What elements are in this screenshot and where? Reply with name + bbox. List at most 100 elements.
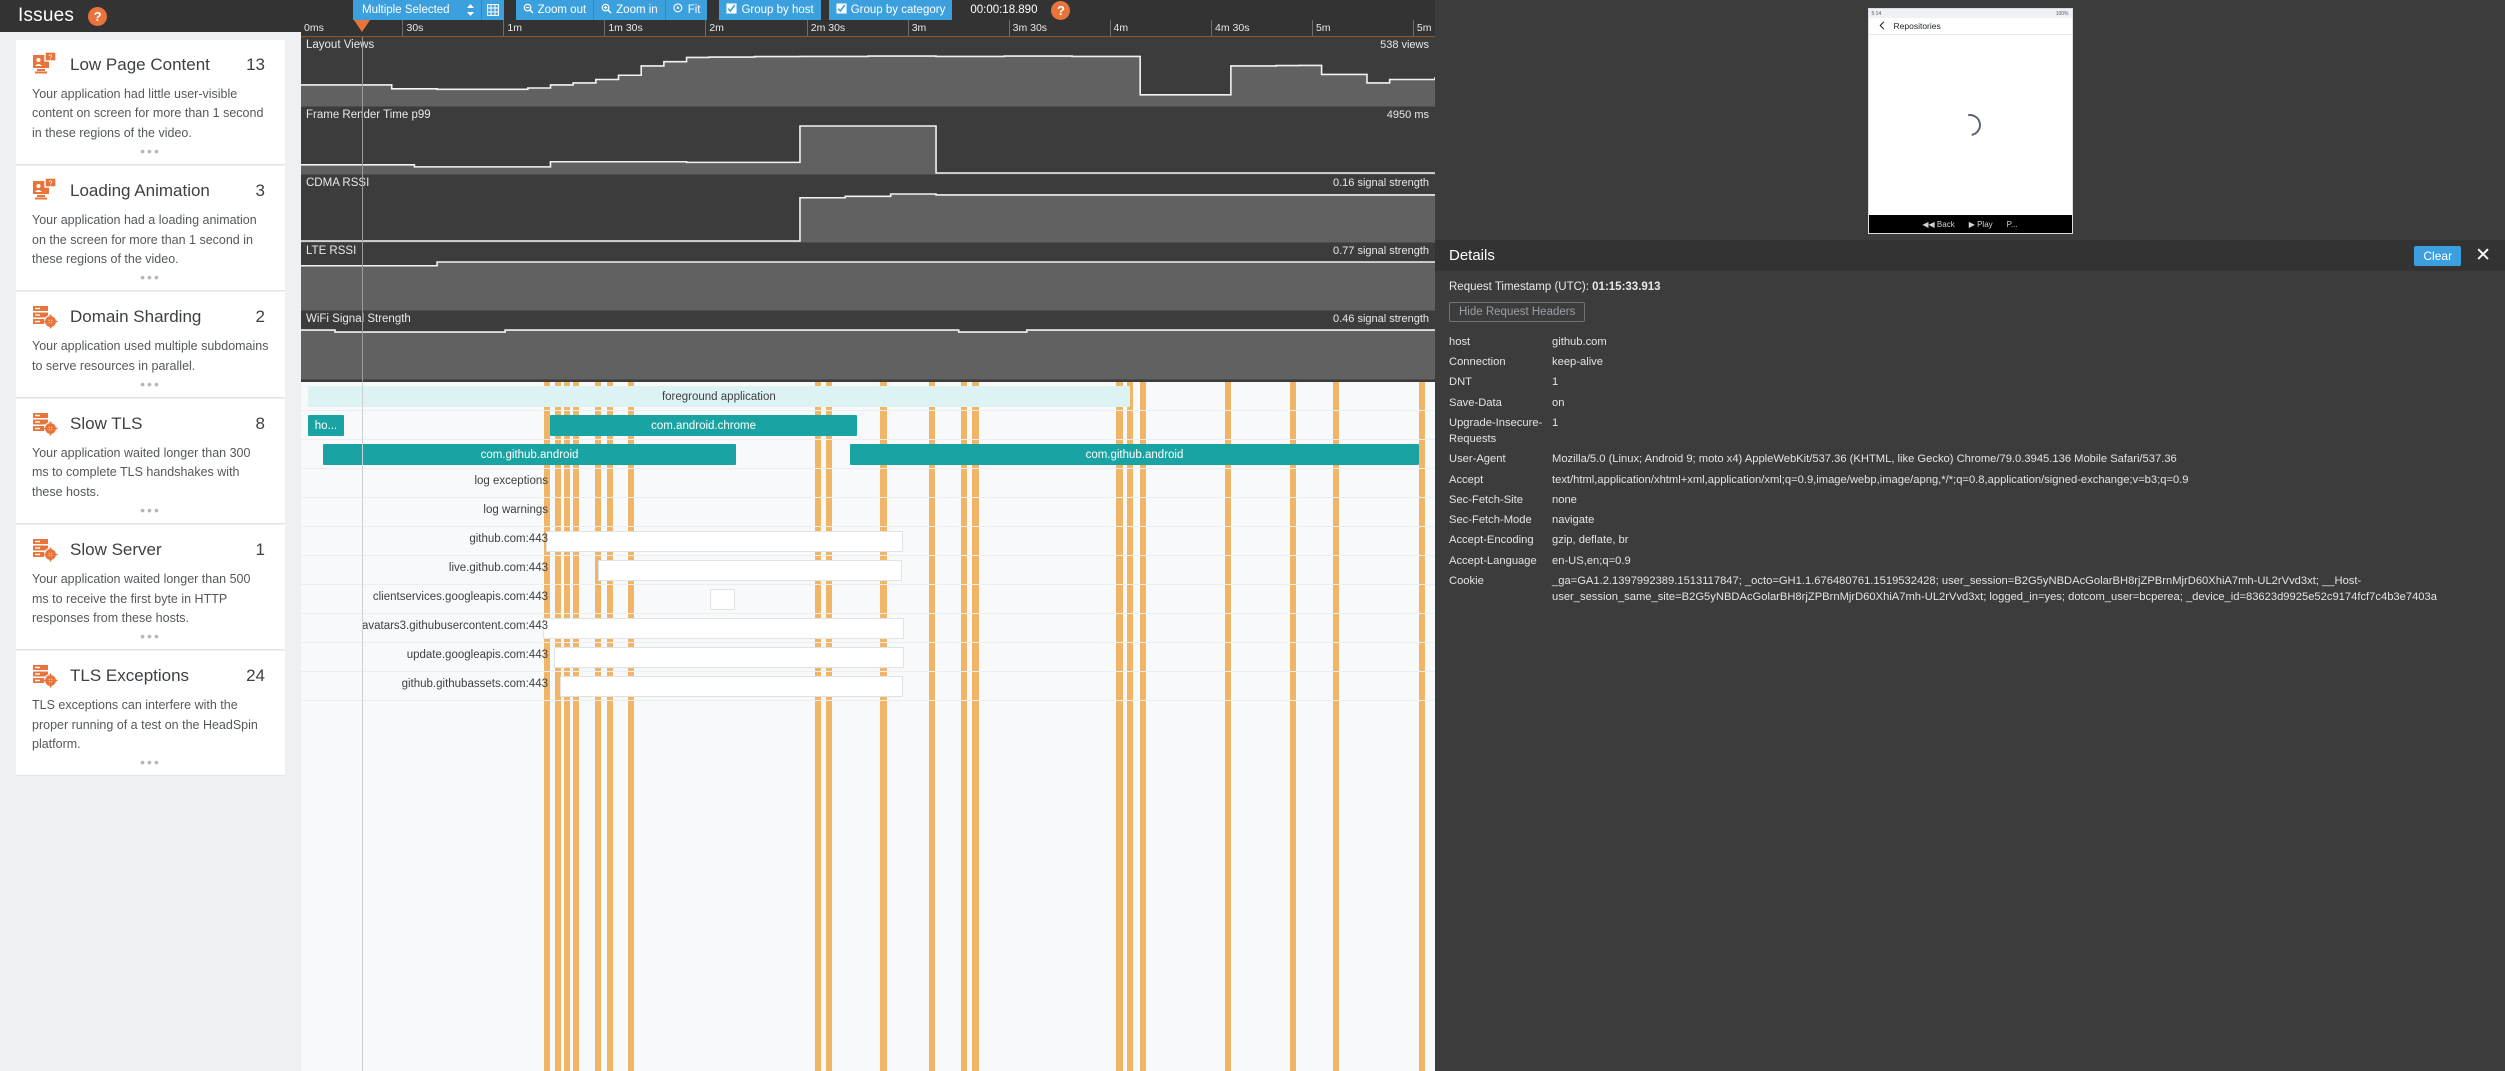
help-icon[interactable]: ?	[88, 6, 108, 26]
right-panel: 5:14 100% Repositories ◀◀ Back ▶ Play P.…	[1435, 0, 2505, 1071]
playhead-line	[362, 382, 364, 1071]
header-row: Sec-Fetch-Site none	[1449, 490, 2491, 510]
arrow-left-icon[interactable]	[1878, 21, 1887, 32]
header-key: Cookie	[1449, 574, 1484, 587]
metric-charts: Layout Views 538 views Frame Render Time…	[301, 37, 1435, 382]
header-value: keep-alive	[1552, 356, 1603, 369]
track-row[interactable]: com.github.android com.github.android	[301, 440, 1435, 469]
track-bar[interactable]	[710, 589, 736, 610]
track-bar[interactable]	[559, 676, 904, 697]
track-bar[interactable]: com.github.android	[322, 444, 737, 465]
issue-card[interactable]: ? Low Page Content 13 Your application h…	[16, 40, 285, 166]
help-icon[interactable]: ?	[1051, 0, 1071, 20]
chart-value-label: 538 views	[1380, 39, 1429, 51]
track-row[interactable]: ho... com.android.chrome	[301, 411, 1435, 440]
chart-value-label: 0.16 signal strength	[1332, 177, 1429, 189]
ruler-tick-label: 1m	[507, 22, 522, 34]
svg-text:?: ?	[48, 52, 52, 61]
ruler-tick-label: 1m 30s	[608, 22, 643, 34]
issue-card[interactable]: Domain Sharding 2 Your application used …	[16, 292, 285, 398]
header-value: Mozilla/5.0 (Linux; Android 9; moto x4) …	[1552, 453, 2177, 466]
issue-card[interactable]: Slow TLS 8 Your application waited longe…	[16, 399, 285, 525]
track-row[interactable]: avatars3.githubusercontent.com:443	[301, 614, 1435, 643]
track-bar[interactable]: ho...	[307, 415, 345, 436]
chart-row[interactable]: Layout Views 538 views	[301, 37, 1435, 107]
timeline-ruler[interactable]: 0ms 30s 1m 1m 30s 2m 2m 30s 3m 3m 30s 4m 4m 30s 5m…	[301, 20, 1435, 51]
phone-appbar: Repositories	[1868, 18, 2072, 35]
header-key: Sec-Fetch-Mode	[1449, 514, 1532, 527]
issue-count: 13	[246, 55, 265, 74]
track-row[interactable]: log exceptions	[301, 469, 1435, 498]
details-body: Request Timestamp (UTC): 01:15:33.913 Hi…	[1435, 271, 2505, 1071]
fit-button[interactable]: Fit	[665, 0, 708, 20]
chart-row[interactable]: CDMA RSSI 0.16 signal strength	[301, 175, 1435, 243]
issue-header: ? Low Page Content 13	[32, 52, 269, 78]
header-key: Upgrade-Insecure-Requests	[1449, 416, 1543, 446]
chart-row[interactable]: WiFi Signal Strength 0.46 signal strengt…	[301, 311, 1435, 380]
track-row[interactable]: clientservices.googleapis.com:443	[301, 585, 1435, 614]
track-row[interactable]: github.com:443	[301, 527, 1435, 556]
track-bar-label: com.android.chrome	[651, 419, 756, 432]
track-bar[interactable]	[553, 647, 905, 668]
ruler-tick-label: 3m	[911, 22, 927, 34]
track-row[interactable]: update.googleapis.com:443	[301, 643, 1435, 672]
group-by-host-button[interactable]: Group by host	[719, 0, 821, 20]
play-button[interactable]: ▶ Play	[1969, 220, 1993, 229]
track-bar[interactable]: com.android.chrome	[550, 415, 857, 436]
fit-icon	[673, 3, 684, 17]
track-label: update.googleapis.com:443	[406, 649, 548, 661]
hide-request-headers-button[interactable]: Hide Request Headers	[1449, 302, 1586, 322]
issue-more-icon[interactable]: •••	[32, 628, 269, 643]
issue-card[interactable]: TLS Exceptions 24 TLS exceptions can int…	[16, 651, 285, 777]
track-row[interactable]: foreground application	[301, 382, 1435, 411]
track-label: avatars3.githubusercontent.com:443	[361, 620, 548, 632]
chart-title: WiFi Signal Strength	[306, 313, 411, 325]
issue-description: Your application had little user-visible…	[32, 87, 264, 140]
track-row[interactable]: github.githubassets.com:443	[301, 672, 1435, 701]
track-label: live.github.com:443	[448, 562, 548, 574]
chart-title: Layout Views	[306, 39, 375, 51]
issue-card[interactable]: Slow Server 1 Your application waited lo…	[16, 525, 285, 651]
track-label: github.com:443	[469, 533, 548, 545]
issues-header: Issues ?	[0, 0, 301, 32]
ruler-tick-label: 3m 30s	[1012, 22, 1048, 34]
ruler-tick: 5m 3	[1412, 20, 1435, 51]
fit-label: Fit	[687, 4, 701, 16]
track-row[interactable]: log warnings	[301, 498, 1435, 527]
zoom-in-button[interactable]: Zoom in	[594, 0, 665, 20]
chart-row[interactable]: LTE RSSI 0.77 signal strength	[301, 243, 1435, 311]
track-bar[interactable]: foreground application	[307, 386, 1130, 407]
track-row[interactable]: live.github.com:443	[301, 556, 1435, 585]
issue-card[interactable]: ? Loading Animation 3 Your application h…	[16, 166, 285, 292]
header-value: 1	[1552, 416, 1559, 429]
ruler-tick: 3m 30s	[1008, 20, 1048, 36]
group-by-category-button[interactable]: Group by category	[828, 0, 953, 20]
back-button[interactable]: ◀◀ Back	[1922, 220, 1954, 229]
track-bar[interactable]: com.github.android	[849, 444, 1420, 465]
ruler-tick-label: 30s	[406, 22, 424, 34]
nav-extra[interactable]: P...	[2007, 220, 2018, 229]
issue-more-icon[interactable]: •••	[32, 143, 269, 158]
selector-group[interactable]: Multiple Selected	[353, 0, 504, 20]
issue-more-icon[interactable]: •••	[32, 376, 269, 391]
track-bar[interactable]	[598, 560, 902, 581]
video-controls[interactable]: ◀◀ Back ▶ Play P...	[1868, 215, 2072, 233]
issue-more-icon[interactable]: •••	[32, 754, 269, 769]
zoom-out-button[interactable]: Zoom out	[515, 0, 594, 20]
playhead-marker[interactable]	[354, 20, 371, 32]
issue-more-icon[interactable]: •••	[32, 269, 269, 284]
metric-selector[interactable]: Multiple Selected	[353, 0, 481, 20]
header-value: gzip, deflate, br	[1552, 534, 1629, 547]
chart-row[interactable]: Frame Render Time p99 4950 ms	[301, 107, 1435, 175]
device-screen[interactable]: 5:14 100% Repositories ◀◀ Back ▶ Play P.…	[1867, 8, 2073, 234]
svg-text:?: ?	[48, 179, 52, 188]
header-value: navigate	[1552, 514, 1595, 527]
header-value: none	[1552, 493, 1577, 506]
clear-button[interactable]: Clear	[2414, 245, 2462, 266]
track-bar[interactable]	[545, 531, 904, 552]
grid-icon[interactable]	[481, 0, 504, 20]
issue-more-icon[interactable]: •••	[32, 502, 269, 517]
issue-description: Your application used multiple subdomain…	[32, 339, 269, 373]
close-icon[interactable]: ✕	[2471, 246, 2495, 265]
track-bar[interactable]	[542, 618, 905, 639]
